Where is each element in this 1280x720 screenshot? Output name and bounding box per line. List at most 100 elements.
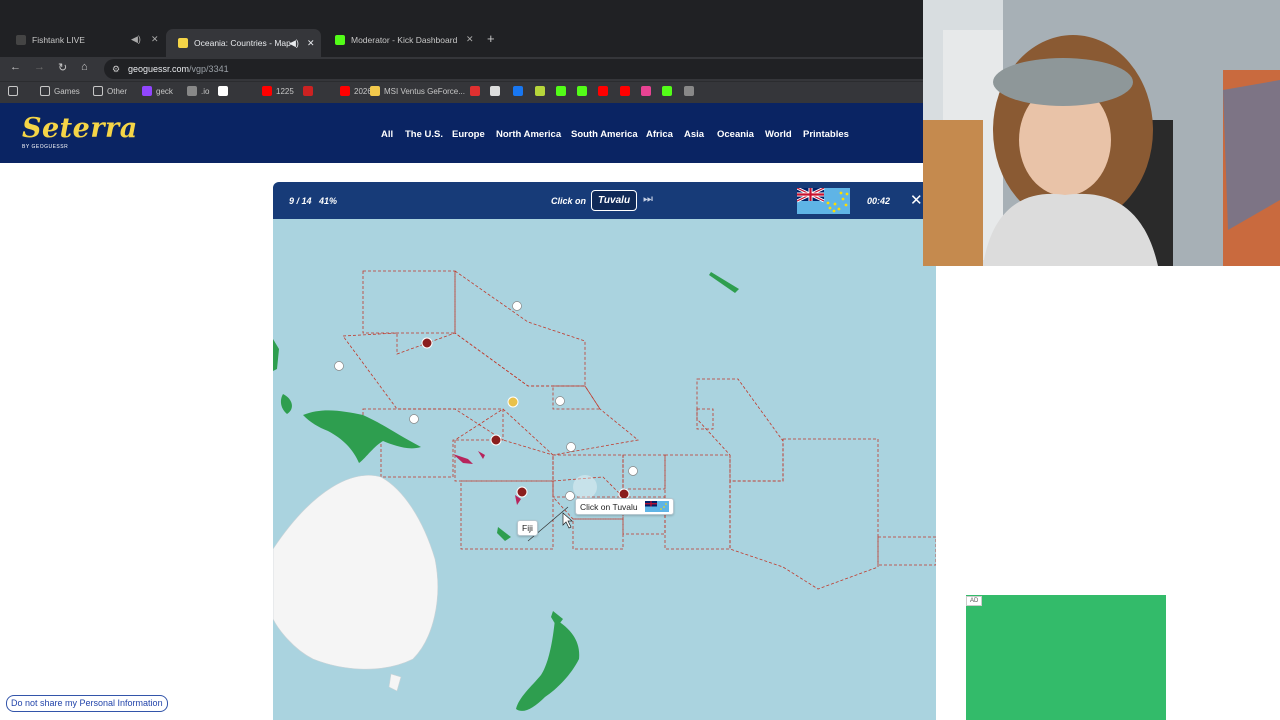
- cursor-tooltip: Click on Tuvalu: [575, 498, 674, 515]
- question-counter: 9 / 14: [289, 196, 312, 206]
- bookmark-14[interactable]: [556, 86, 570, 96]
- bookmark-0[interactable]: [8, 86, 22, 96]
- bookmark-19[interactable]: [662, 86, 676, 96]
- close-icon[interactable]: ✕: [307, 38, 315, 49]
- nav-all[interactable]: All: [381, 129, 393, 140]
- bookmark-4[interactable]: .io: [187, 86, 209, 96]
- new-tab-button[interactable]: +: [487, 31, 495, 46]
- nav-africa[interactable]: Africa: [646, 129, 673, 140]
- fishtank-favicon-icon: [16, 34, 26, 45]
- tuvalu-flag-icon: [797, 188, 850, 214]
- nav-south-america[interactable]: South America: [571, 129, 638, 140]
- site-icon: [641, 86, 651, 96]
- kick-icon: [662, 86, 672, 96]
- site-icon: [187, 86, 197, 96]
- site-icon: [513, 86, 523, 96]
- oceania-map[interactable]: [273, 219, 936, 720]
- nav-world[interactable]: World: [765, 129, 792, 140]
- bookmark-3[interactable]: geck: [142, 86, 173, 96]
- site-icon: [370, 86, 380, 96]
- kick-icon: [556, 86, 566, 96]
- forward-arrow-icon[interactable]: →: [34, 61, 45, 73]
- cursor-tooltip-text: Click on Tuvalu: [580, 501, 638, 512]
- bookmark-1[interactable]: Games: [40, 86, 80, 96]
- site-header: Seterra BY GEOGUESSR All The U.S. Europe…: [0, 103, 923, 163]
- bookmark-13[interactable]: [535, 86, 549, 96]
- prompt-text: Click on: [551, 196, 587, 206]
- youtube-icon: [598, 86, 608, 96]
- advertisement[interactable]: [966, 595, 1166, 720]
- bookmark-9[interactable]: MSI Ventus GeForce...: [370, 86, 465, 96]
- fiji-label: Fiji: [517, 520, 538, 536]
- bookmark-18[interactable]: [641, 86, 655, 96]
- site-icon: [490, 86, 500, 96]
- seterra-logo[interactable]: Seterra: [22, 113, 138, 144]
- bookmark-17[interactable]: [620, 86, 634, 96]
- kick-favicon-icon: [335, 34, 345, 45]
- bookmark-10[interactable]: [470, 86, 484, 96]
- bookmark-label: .io: [201, 86, 210, 96]
- webcam-overlay: [923, 0, 1280, 266]
- bookmark-label: geck: [156, 86, 173, 96]
- site-info-icon[interactable]: ⚙: [112, 59, 120, 79]
- privacy-link[interactable]: Do not share my Personal Information: [6, 695, 168, 712]
- bookmark-15[interactable]: [577, 86, 591, 96]
- bookmark-8[interactable]: 2026: [340, 86, 372, 96]
- map-quiz-panel: 9 / 14 41% Click on Tuvalu ⏭ 00:42 ✕ Fij…: [273, 182, 936, 720]
- close-icon[interactable]: ✕: [151, 34, 159, 45]
- nav-printables[interactable]: Printables: [803, 129, 849, 140]
- apps-grid-icon: [8, 86, 18, 96]
- url-field[interactable]: ⚙ geoguessr.com/vgp/3341: [104, 59, 923, 79]
- back-arrow-icon[interactable]: ←: [10, 61, 21, 73]
- kick-icon: [577, 86, 587, 96]
- tab-label: Moderator - Kick Dashboard: [351, 34, 458, 45]
- site-icon: [303, 86, 313, 96]
- target-country-badge: Tuvalu: [591, 190, 638, 211]
- tab-label: Oceania: Countries - Map Q: [194, 38, 294, 48]
- bookmark-5[interactable]: [218, 86, 232, 96]
- nav-north-america[interactable]: North America: [496, 129, 561, 140]
- address-bar: ← → ↻ ⌂ ⚙ geoguessr.com/vgp/3341: [0, 57, 923, 81]
- speaker-icon[interactable]: ◀): [289, 38, 299, 49]
- bookmark-16[interactable]: [598, 86, 612, 96]
- streamer-webcam-image: [923, 0, 1280, 266]
- bookmark-11[interactable]: [490, 86, 504, 96]
- bookmark-2[interactable]: Other: [93, 86, 127, 96]
- youtube-icon: [340, 86, 350, 96]
- site-icon: [535, 86, 545, 96]
- bookmark-6[interactable]: 1225: [262, 86, 294, 96]
- twitch-icon: [142, 86, 152, 96]
- bookmark-12[interactable]: [513, 86, 527, 96]
- tuvalu-mini-flag-icon: [644, 501, 669, 512]
- skip-icon[interactable]: ⏭: [643, 193, 653, 206]
- bookmark-label: MSI Ventus GeForce...: [384, 86, 465, 96]
- quiz-timer: 00:42: [867, 196, 891, 206]
- url-path: /vgp/3341: [189, 64, 229, 74]
- tab-fishtank[interactable]: Fishtank LIVE ◀) ✕: [4, 29, 164, 50]
- home-icon[interactable]: ⌂: [81, 61, 88, 73]
- folder-icon: [93, 86, 103, 96]
- seterra-favicon-icon: [178, 38, 188, 48]
- close-quiz-icon[interactable]: ✕: [910, 191, 923, 209]
- logo-subtitle: BY GEOGUESSR: [22, 144, 69, 150]
- url-host: geoguessr.com: [128, 64, 190, 74]
- quiz-toolbar: 9 / 14 41% Click on Tuvalu ⏭ 00:42 ✕: [273, 182, 936, 219]
- youtube-icon: [620, 86, 630, 96]
- nav-asia[interactable]: Asia: [684, 129, 704, 140]
- bookmark-7[interactable]: [303, 86, 317, 96]
- speaker-icon[interactable]: ◀): [131, 34, 141, 45]
- nav-europe[interactable]: Europe: [452, 129, 485, 140]
- bookmark-20[interactable]: [684, 86, 698, 96]
- tab-oceania-quiz[interactable]: Oceania: Countries - Map Q ◀) ✕: [166, 29, 321, 57]
- nav-us[interactable]: The U.S.: [405, 129, 443, 140]
- browser-tab-bar: Fishtank LIVE ◀) ✕ Oceania: Countries - …: [0, 0, 923, 57]
- bookmark-label: Games: [54, 86, 80, 96]
- close-icon[interactable]: ✕: [466, 34, 474, 45]
- youtube-icon: [262, 86, 272, 96]
- reload-icon[interactable]: ↻: [58, 61, 67, 74]
- bookmarks-bar: Games Other geck .io 1225 2026 MSI Ventus GeFo…: [0, 81, 923, 103]
- tab-kick-dashboard[interactable]: Moderator - Kick Dashboard ✕: [323, 29, 483, 50]
- folder-icon: [40, 86, 50, 96]
- quiz-progress: 9 / 14 41%: [289, 196, 337, 206]
- nav-oceania[interactable]: Oceania: [717, 129, 754, 140]
